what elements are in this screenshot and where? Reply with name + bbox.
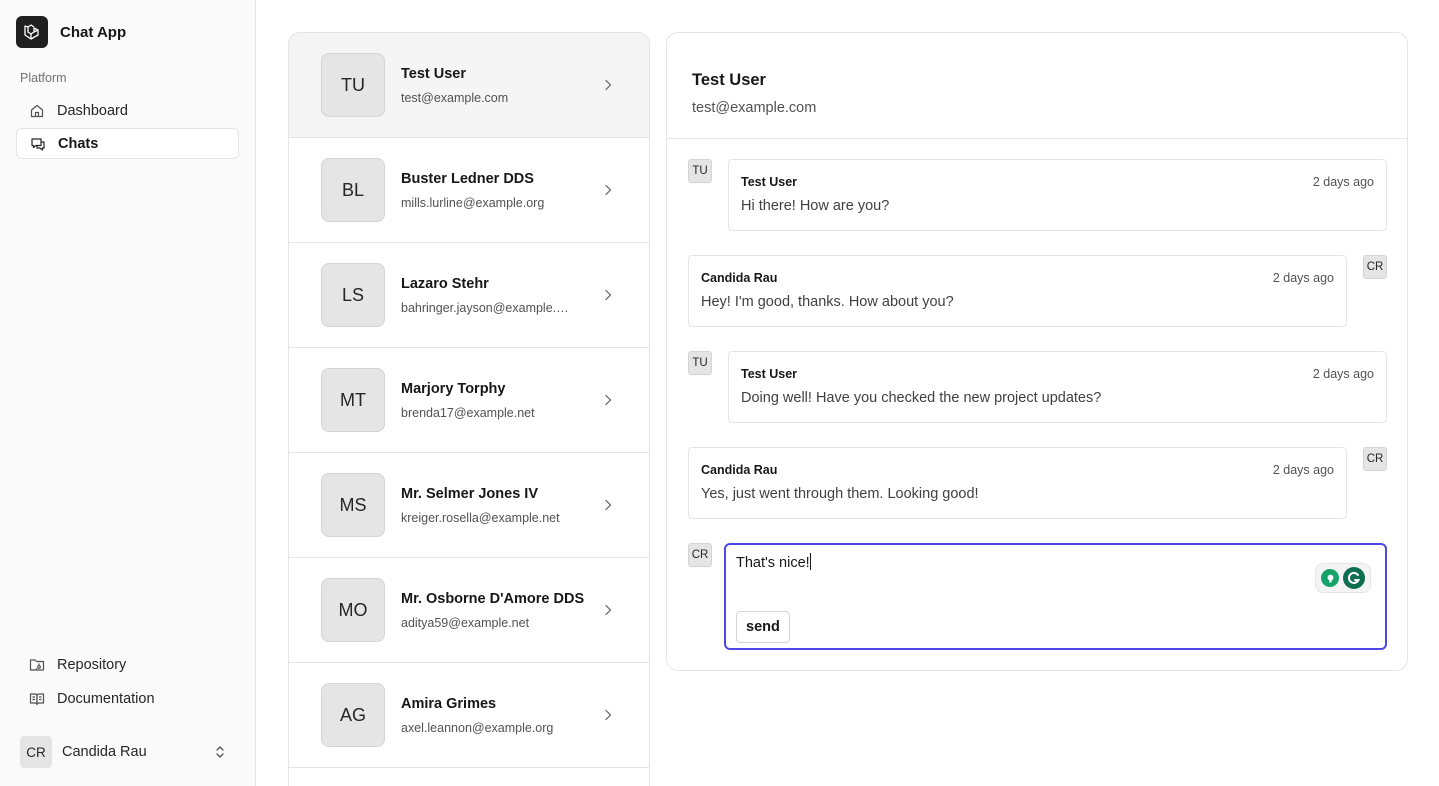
chevron-right-icon — [605, 604, 612, 616]
chevron-right-icon — [605, 184, 612, 196]
chat-title: Test User — [692, 71, 766, 89]
sidebar-item-repository[interactable]: Repository — [16, 649, 239, 680]
message-text: Hi there! How are you? — [741, 198, 890, 214]
text-cursor — [809, 553, 811, 570]
message-author: Test User — [741, 367, 798, 381]
message-author: Test User — [741, 175, 798, 189]
contact-list: TU Test User test@example.com BL Buster … — [288, 32, 650, 786]
message-text: Yes, just went through them. Looking goo… — [701, 486, 979, 502]
contact-item[interactable]: TU Test User test@example.com — [289, 33, 649, 138]
chat-icon — [31, 137, 45, 151]
book-icon — [29, 692, 45, 705]
sidebar: Chat App Platform Dashboard Chats Reposi… — [0, 0, 256, 786]
chevron-right-icon — [605, 394, 612, 406]
message-avatar: TU — [688, 351, 712, 375]
contact-item[interactable]: MT Marjory Torphy brenda17@example.net — [289, 348, 649, 453]
chevron-right-icon — [605, 709, 612, 721]
sidebar-item-dashboard[interactable]: Dashboard — [16, 95, 239, 126]
message-bubble: Test User 2 days ago Doing well! Have yo… — [728, 351, 1387, 423]
chevron-right-icon — [605, 79, 612, 91]
message-time: 2 days ago — [1272, 271, 1334, 285]
message-input-value: That's nice! — [736, 555, 810, 571]
contact-item[interactable]: LS Lazaro Stehr bahringer.jayson@example… — [289, 243, 649, 348]
message-avatar: CR — [1363, 255, 1387, 279]
contact-name: Lazaro Stehr — [401, 275, 489, 292]
message-author: Candida Rau — [701, 463, 778, 477]
contact-item[interactable]: MO Mr. Osborne D'Amore DDS aditya59@exam… — [289, 558, 649, 663]
message-time: 2 days ago — [1272, 463, 1334, 477]
sidebar-item-label: Chats — [58, 135, 99, 152]
contact-name: Amira Grimes — [401, 695, 497, 712]
avatar: CR — [20, 736, 52, 768]
contact-email: axel.leannon@example.org — [401, 720, 554, 735]
chat-panel: Test User test@example.com TU Test User … — [666, 32, 1408, 671]
folder-git-icon — [29, 658, 45, 671]
contact-avatar: LS — [321, 263, 385, 327]
contact-item[interactable]: MS Mr. Selmer Jones IV kreiger.rosella@e… — [289, 453, 649, 558]
message-text: Hey! I'm good, thanks. How about you? — [701, 294, 954, 310]
message-bubble: Candida Rau 2 days ago Yes, just went th… — [688, 447, 1347, 519]
contact-name: Mr. Selmer Jones IV — [401, 485, 539, 502]
message-time: 2 days ago — [1312, 367, 1374, 381]
sidebar-item-label: Documentation — [57, 690, 155, 707]
contact-avatar: MO — [321, 578, 385, 642]
user-name: Candida Rau — [62, 744, 147, 760]
grammar-assistant-widget[interactable] — [1315, 563, 1371, 593]
contact-email: test@example.com — [401, 90, 509, 105]
chevron-right-icon — [605, 499, 612, 511]
contact-avatar: MT — [321, 368, 385, 432]
message-input[interactable]: That's nice! send — [724, 543, 1387, 650]
chevron-right-icon — [605, 289, 612, 301]
message-input-text[interactable]: That's nice! — [736, 553, 811, 571]
message-bubble: Test User 2 days ago Hi there! How are y… — [728, 159, 1387, 231]
send-button[interactable]: send — [736, 611, 790, 643]
nav-group-label: Platform — [20, 71, 67, 85]
contact-email: kreiger.rosella@example.net — [401, 510, 560, 525]
home-icon — [30, 104, 44, 117]
sidebar-item-chats[interactable]: Chats — [16, 128, 239, 159]
contact-name: Mr. Osborne D'Amore DDS — [401, 590, 585, 607]
contact-avatar: BL — [321, 158, 385, 222]
brand[interactable]: Chat App — [16, 16, 126, 48]
contact-avatar: MS — [321, 473, 385, 537]
user-menu-button[interactable]: CR Candida Rau — [20, 736, 235, 768]
app-name: Chat App — [60, 23, 127, 41]
sidebar-item-label: Dashboard — [57, 102, 128, 119]
app-logo-icon — [16, 16, 48, 48]
message-author: Candida Rau — [701, 271, 778, 285]
contact-name: Test User — [401, 65, 467, 82]
message-bubble: Candida Rau 2 days ago Hey! I'm good, th… — [688, 255, 1347, 327]
contact-avatar: AG — [321, 683, 385, 747]
composer-avatar: CR — [688, 543, 712, 567]
chat-header: Test User test@example.com — [667, 33, 1407, 139]
sidebar-item-label: Repository — [57, 656, 127, 673]
sidebar-item-documentation[interactable]: Documentation — [16, 683, 239, 714]
contact-email: brenda17@example.net — [401, 405, 535, 420]
chat-subtitle: test@example.com — [692, 100, 817, 116]
message-time: 2 days ago — [1312, 175, 1374, 189]
lightbulb-icon[interactable] — [1321, 569, 1339, 587]
contact-name: Buster Ledner DDS — [401, 170, 534, 187]
contact-item[interactable]: BL Buster Ledner DDS mills.lurline@examp… — [289, 138, 649, 243]
contact-email: mills.lurline@example.org — [401, 195, 545, 210]
message-avatar: CR — [1363, 447, 1387, 471]
message-avatar: TU — [688, 159, 712, 183]
grammarly-icon[interactable] — [1343, 567, 1365, 589]
chevrons-up-down-icon — [216, 746, 224, 758]
contact-name: Marjory Torphy — [401, 380, 506, 397]
contact-item[interactable]: AG Amira Grimes axel.leannon@example.org — [289, 663, 649, 768]
contact-email: aditya59@example.net — [401, 615, 530, 630]
message-text: Doing well! Have you checked the new pro… — [741, 390, 1102, 406]
contact-avatar: TU — [321, 53, 385, 117]
contact-email: bahringer.jayson@example.com — [401, 300, 573, 315]
